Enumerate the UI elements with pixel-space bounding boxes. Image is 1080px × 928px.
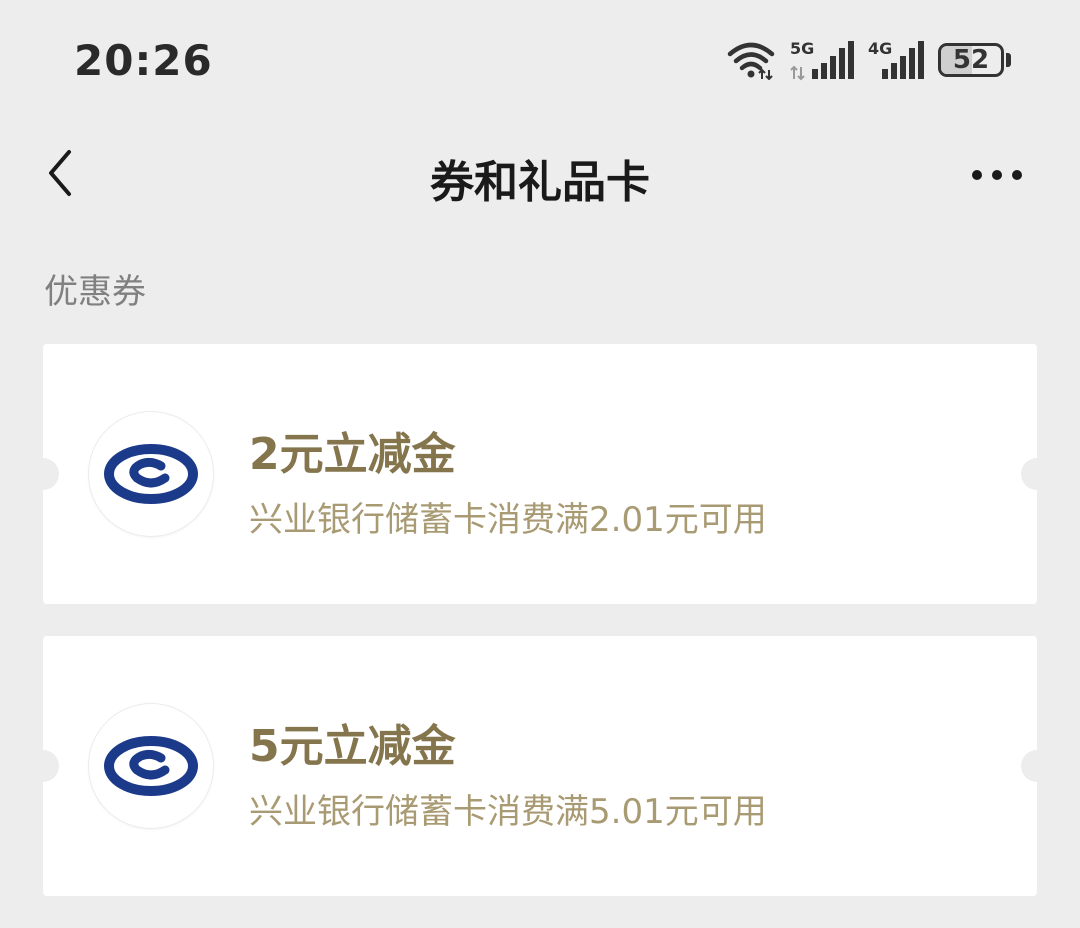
card-notch-left (27, 458, 59, 490)
card-notch-right (1021, 458, 1053, 490)
status-time: 20:26 (74, 36, 213, 85)
coupon-title: 2元立减金 (249, 429, 456, 480)
signal-4g-icon: 4G (868, 39, 924, 81)
more-button[interactable] (952, 142, 1042, 208)
section-label-coupons: 优惠券 (44, 272, 146, 312)
battery-body: 52 (938, 43, 1004, 77)
coupon-description: 兴业银行储蓄卡消费满5.01元可用 (249, 792, 767, 832)
coupon-list: 2元立减金 兴业银行储蓄卡消费满2.01元可用 5元立减金 兴业银行储蓄卡消费满… (27, 344, 1053, 928)
more-dots-icon (971, 166, 1023, 185)
coupon-card[interactable]: 5元立减金 兴业银行储蓄卡消费满5.01元可用 (27, 636, 1053, 896)
battery-nub (1006, 53, 1011, 67)
status-bar: 20:26 5G 4G 52 (0, 0, 1080, 120)
card-notch-right (1021, 750, 1053, 782)
signal-5g-icon: 5G (790, 39, 854, 81)
coupon-description: 兴业银行储蓄卡消费满2.01元可用 (249, 500, 767, 540)
signal-4g-label: 4G (868, 39, 892, 58)
card-notch-left (27, 750, 59, 782)
signal-5g-label: 5G (790, 39, 814, 58)
status-icons: 5G 4G 52 (726, 38, 1012, 82)
coupon-card[interactable]: 2元立减金 兴业银行储蓄卡消费满2.01元可用 (27, 344, 1053, 604)
nav-bar: 券和礼品卡 (0, 130, 1080, 220)
industrial-bank-logo-icon (89, 704, 213, 828)
battery-icon: 52 (938, 41, 1012, 79)
wifi-icon (726, 40, 776, 80)
coupon-title: 5元立减金 (249, 721, 456, 772)
battery-level: 52 (952, 45, 990, 75)
page-title: 券和礼品卡 (430, 157, 650, 208)
industrial-bank-logo-icon (89, 412, 213, 536)
